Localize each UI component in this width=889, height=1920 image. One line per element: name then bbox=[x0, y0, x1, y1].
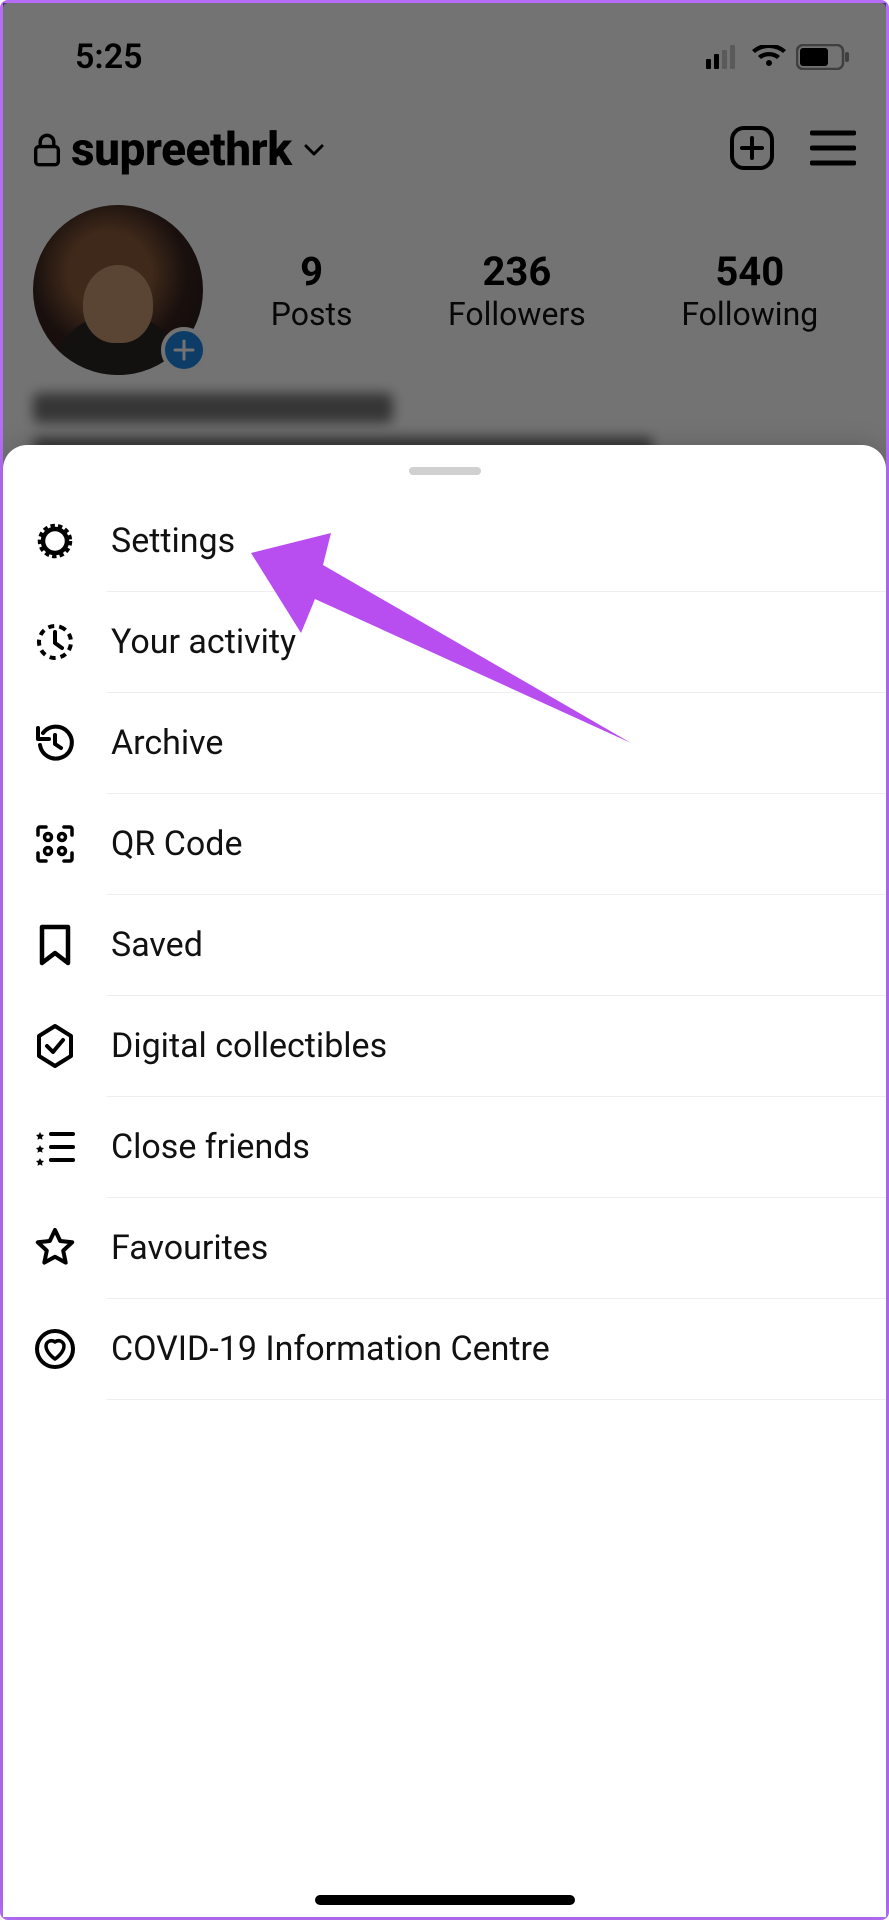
menu-icon bbox=[810, 129, 856, 167]
status-time: 5:25 bbox=[75, 37, 143, 77]
add-story-badge[interactable] bbox=[161, 327, 207, 373]
cellular-icon bbox=[706, 45, 742, 69]
wifi-icon bbox=[752, 45, 786, 69]
menu-item-digital-collectibles[interactable]: Digital collectibles bbox=[33, 996, 886, 1096]
star-icon bbox=[33, 1226, 77, 1270]
stat-following[interactable]: 540 Following bbox=[681, 248, 818, 333]
stat-followers-count: 236 bbox=[448, 248, 586, 295]
menu-label: Saved bbox=[111, 925, 203, 965]
menu-label: QR Code bbox=[111, 824, 243, 864]
avatar[interactable] bbox=[33, 205, 203, 375]
stat-posts[interactable]: 9 Posts bbox=[271, 248, 353, 333]
stat-followers-label: Followers bbox=[448, 295, 586, 333]
heart-circle-icon bbox=[33, 1327, 77, 1371]
menu-item-saved[interactable]: Saved bbox=[33, 895, 886, 995]
chevron-down-icon bbox=[302, 138, 326, 162]
profile-stats-row: 9 Posts 236 Followers 540 Following bbox=[3, 187, 886, 375]
status-bar: 5:25 bbox=[3, 3, 886, 83]
activity-icon bbox=[33, 620, 77, 664]
menu-label: Settings bbox=[111, 521, 235, 561]
battery-icon bbox=[796, 44, 850, 70]
stat-following-label: Following bbox=[681, 295, 818, 333]
bookmark-icon bbox=[33, 923, 77, 967]
menu-label: Archive bbox=[111, 723, 223, 763]
home-indicator bbox=[315, 1895, 575, 1905]
menu-label: Close friends bbox=[111, 1127, 310, 1167]
profile-header: supreethrk bbox=[3, 83, 886, 187]
profile-title[interactable]: supreethrk bbox=[33, 123, 326, 177]
stat-posts-count: 9 bbox=[271, 248, 353, 295]
hex-check-icon bbox=[33, 1024, 77, 1068]
menu-item-favourites[interactable]: Favourites bbox=[33, 1198, 886, 1298]
sheet-grabber[interactable] bbox=[409, 467, 481, 475]
menu-label: Favourites bbox=[111, 1228, 268, 1268]
gear-icon bbox=[33, 519, 77, 563]
stat-following-count: 540 bbox=[681, 248, 818, 295]
history-icon bbox=[33, 721, 77, 765]
username: supreethrk bbox=[71, 123, 292, 177]
lock-icon bbox=[33, 133, 61, 167]
star-list-icon bbox=[33, 1125, 77, 1169]
status-indicators bbox=[706, 44, 850, 70]
stat-posts-label: Posts bbox=[271, 295, 353, 333]
stat-followers[interactable]: 236 Followers bbox=[448, 248, 586, 333]
menu-label: Your activity bbox=[111, 622, 296, 662]
options-sheet: Settings Your activity Archive bbox=[3, 445, 886, 1917]
menu-item-close-friends[interactable]: Close friends bbox=[33, 1097, 886, 1197]
menu-item-archive[interactable]: Archive bbox=[33, 693, 886, 793]
menu-item-qr-code[interactable]: QR Code bbox=[33, 794, 886, 894]
menu-item-your-activity[interactable]: Your activity bbox=[33, 592, 886, 692]
menu-label: COVID-19 Information Centre bbox=[111, 1329, 550, 1369]
create-button[interactable] bbox=[728, 124, 776, 176]
menu-label: Digital collectibles bbox=[111, 1026, 387, 1066]
plus-box-icon bbox=[728, 124, 776, 172]
menu-list: Settings Your activity Archive bbox=[3, 491, 886, 1400]
qr-icon bbox=[33, 822, 77, 866]
plus-icon bbox=[173, 339, 195, 361]
menu-item-covid-info[interactable]: COVID-19 Information Centre bbox=[33, 1299, 886, 1399]
menu-item-settings[interactable]: Settings bbox=[33, 491, 886, 591]
hamburger-menu-button[interactable] bbox=[810, 129, 856, 171]
